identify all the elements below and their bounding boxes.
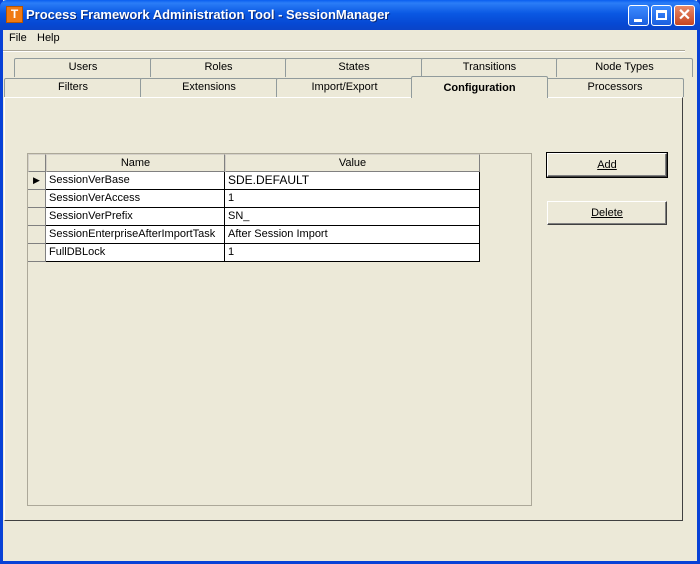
- column-header-name[interactable]: Name: [46, 154, 225, 172]
- tab-transitions[interactable]: Transitions: [421, 58, 558, 77]
- name-cell[interactable]: SessionVerBase: [46, 172, 225, 190]
- add-button[interactable]: Add: [546, 152, 668, 178]
- tab-extensions[interactable]: Extensions: [140, 78, 278, 97]
- value-cell[interactable]: After Session Import: [225, 226, 480, 244]
- row-selector[interactable]: [28, 190, 46, 208]
- menu-help[interactable]: Help: [37, 32, 60, 44]
- tab-node-types[interactable]: Node Types: [556, 58, 693, 77]
- tab-configuration[interactable]: Configuration: [411, 76, 548, 98]
- tab-import-export[interactable]: Import/Export: [276, 78, 413, 97]
- tab-processors[interactable]: Processors: [546, 78, 684, 97]
- title-bar[interactable]: T Process Framework Administration Tool …: [0, 0, 700, 30]
- tab-states[interactable]: States: [285, 58, 423, 77]
- add-button-label: Add: [597, 159, 617, 171]
- app-icon[interactable]: T: [6, 6, 23, 23]
- row-selector[interactable]: [28, 226, 46, 244]
- row-selector[interactable]: [28, 244, 46, 262]
- minimize-icon: [634, 19, 642, 22]
- window-title: Process Framework Administration Tool - …: [26, 7, 390, 22]
- delete-button[interactable]: Delete: [547, 201, 667, 225]
- name-cell[interactable]: SessionVerAccess: [46, 190, 225, 208]
- tab-users[interactable]: Users: [14, 58, 152, 77]
- close-icon: ✕: [677, 7, 692, 24]
- delete-button-label: Delete: [591, 207, 623, 219]
- value-cell[interactable]: SDE.DEFAULT: [225, 172, 480, 190]
- name-cell[interactable]: FullDBLock: [46, 244, 225, 262]
- name-cell[interactable]: SessionVerPrefix: [46, 208, 225, 226]
- tab-roles[interactable]: Roles: [150, 58, 287, 77]
- menu-bar: File Help: [3, 30, 697, 48]
- maximize-icon: [656, 10, 667, 20]
- status-area: [3, 524, 693, 558]
- menu-file[interactable]: File: [9, 32, 27, 44]
- minimize-button[interactable]: [628, 5, 649, 26]
- maximize-button[interactable]: [651, 5, 672, 26]
- name-cell[interactable]: SessionEnterpriseAfterImportTask: [46, 226, 225, 244]
- menu-separator: [3, 50, 685, 52]
- row-header-corner: [28, 154, 46, 172]
- close-button[interactable]: ✕: [674, 5, 695, 26]
- current-row-icon[interactable]: ▶: [28, 172, 46, 190]
- row-selector[interactable]: [28, 208, 46, 226]
- value-cell[interactable]: 1: [225, 190, 480, 208]
- configuration-grid[interactable]: Name Value ▶ SessionVerBase SDE.DEFAULT …: [27, 153, 532, 506]
- value-cell[interactable]: 1: [225, 244, 480, 262]
- tab-filters[interactable]: Filters: [4, 78, 142, 97]
- value-cell[interactable]: SN_: [225, 208, 480, 226]
- column-header-value[interactable]: Value: [225, 154, 480, 172]
